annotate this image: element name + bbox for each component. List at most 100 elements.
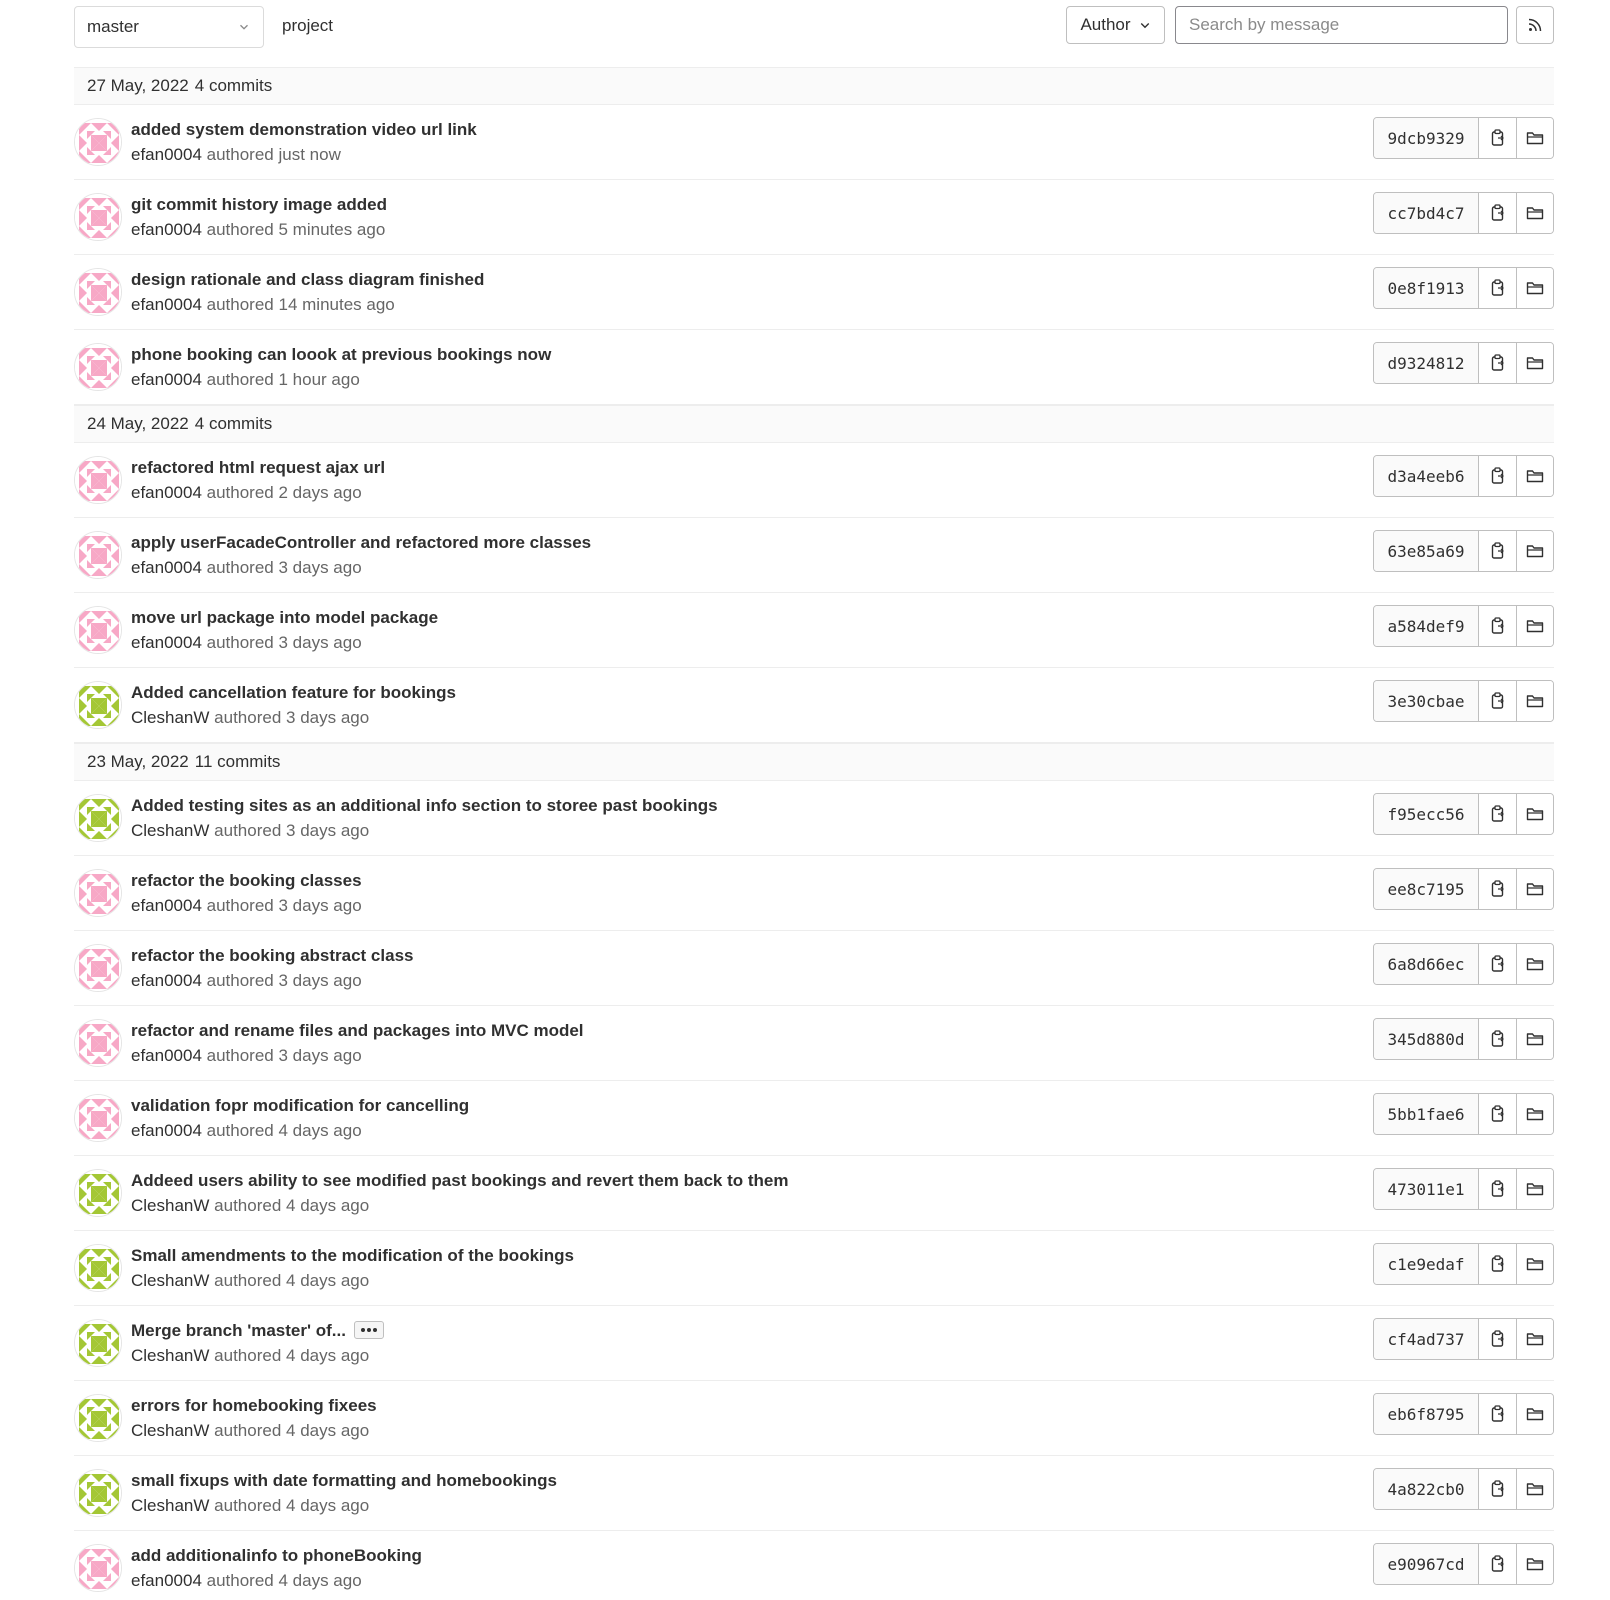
commit-author[interactable]: CleshanW [131,1346,209,1365]
commit-title[interactable]: phone booking can loook at previous book… [131,345,551,364]
commit-sha[interactable]: cf4ad737 [1374,1319,1479,1359]
browse-files-button[interactable] [1516,794,1553,834]
browse-files-button[interactable] [1516,531,1553,571]
copy-sha-button[interactable] [1479,606,1516,646]
browse-files-button[interactable] [1516,268,1553,308]
commit-message[interactable]: refactor and rename files and packages i… [131,1021,584,1041]
branch-dropdown[interactable]: master [74,6,264,48]
commit-author[interactable]: efan0004 [131,1121,202,1140]
copy-sha-button[interactable] [1479,1544,1516,1584]
commit-title[interactable]: Addeed users ability to see modified pas… [131,1171,788,1190]
search-input[interactable] [1175,6,1508,44]
copy-sha-button[interactable] [1479,1469,1516,1509]
browse-files-button[interactable] [1516,1094,1553,1134]
commit-message[interactable]: refactor the booking classes [131,871,362,891]
copy-sha-button[interactable] [1479,193,1516,233]
commit-title[interactable]: added system demonstration video url lin… [131,120,477,139]
commit-title[interactable]: refactor the booking abstract class [131,946,413,965]
commit-message[interactable]: git commit history image added [131,195,387,215]
commit-title[interactable]: Small amendments to the modification of … [131,1246,574,1265]
commit-sha[interactable]: 6a8d66ec [1374,944,1479,984]
browse-files-button[interactable] [1516,1244,1553,1284]
browse-files-button[interactable] [1516,193,1553,233]
commit-sha[interactable]: cc7bd4c7 [1374,193,1479,233]
commit-title[interactable]: Added cancellation feature for bookings [131,683,456,702]
commit-sha[interactable]: 5bb1fae6 [1374,1094,1479,1134]
browse-files-button[interactable] [1516,1394,1553,1434]
commit-author[interactable]: efan0004 [131,1571,202,1590]
commit-author[interactable]: efan0004 [131,483,202,502]
avatar[interactable] [74,1544,122,1592]
expand-message-button[interactable] [353,1320,384,1339]
commit-message[interactable]: validation fopr modification for cancell… [131,1096,469,1116]
commit-author[interactable]: CleshanW [131,821,209,840]
browse-files-button[interactable] [1516,681,1553,721]
avatar[interactable] [74,869,122,917]
commit-message[interactable]: add additionalinfo to phoneBooking [131,1546,422,1566]
commit-title[interactable]: errors for homebooking fixees [131,1396,377,1415]
author-filter-button[interactable]: Author [1066,6,1165,44]
commit-sha[interactable]: c1e9edaf [1374,1244,1479,1284]
copy-sha-button[interactable] [1479,118,1516,158]
copy-sha-button[interactable] [1479,1169,1516,1209]
commit-title[interactable]: small fixups with date formatting and ho… [131,1471,557,1490]
browse-files-button[interactable] [1516,606,1553,646]
avatar[interactable] [74,606,122,654]
commit-sha[interactable]: ee8c7195 [1374,869,1479,909]
commit-author[interactable]: efan0004 [131,971,202,990]
commit-author[interactable]: efan0004 [131,370,202,389]
commit-message[interactable]: Small amendments to the modification of … [131,1246,574,1266]
commit-message[interactable]: errors for homebooking fixees [131,1396,377,1416]
commit-author[interactable]: efan0004 [131,558,202,577]
avatar[interactable] [74,1094,122,1142]
commit-sha[interactable]: f95ecc56 [1374,794,1479,834]
copy-sha-button[interactable] [1479,531,1516,571]
commit-title[interactable]: design rationale and class diagram finis… [131,270,484,289]
commit-message[interactable]: phone booking can loook at previous book… [131,345,551,365]
avatar[interactable] [74,268,122,316]
commit-author[interactable]: efan0004 [131,295,202,314]
avatar[interactable] [74,1469,122,1517]
commit-message[interactable]: design rationale and class diagram finis… [131,270,484,290]
commit-author[interactable]: CleshanW [131,1271,209,1290]
avatar[interactable] [74,1394,122,1442]
copy-sha-button[interactable] [1479,1094,1516,1134]
commit-title[interactable]: add additionalinfo to phoneBooking [131,1546,422,1565]
browse-files-button[interactable] [1516,1019,1553,1059]
avatar[interactable] [74,794,122,842]
avatar[interactable] [74,343,122,391]
avatar[interactable] [74,456,122,504]
avatar[interactable] [74,1319,122,1367]
commit-title[interactable]: validation fopr modification for cancell… [131,1096,469,1115]
avatar[interactable] [74,944,122,992]
commit-sha[interactable]: 473011e1 [1374,1169,1479,1209]
commit-sha[interactable]: 9dcb9329 [1374,118,1479,158]
commit-message[interactable]: added system demonstration video url lin… [131,120,477,140]
commit-message[interactable]: refactored html request ajax url [131,458,385,478]
commit-author[interactable]: CleshanW [131,1496,209,1515]
commit-message[interactable]: Addeed users ability to see modified pas… [131,1171,788,1191]
commit-sha[interactable]: eb6f8795 [1374,1394,1479,1434]
commit-title[interactable]: apply userFacadeController and refactore… [131,533,591,552]
avatar[interactable] [74,1169,122,1217]
commit-title[interactable]: refactored html request ajax url [131,458,385,477]
copy-sha-button[interactable] [1479,944,1516,984]
commit-message[interactable]: apply userFacadeController and refactore… [131,533,591,553]
copy-sha-button[interactable] [1479,268,1516,308]
commit-title[interactable]: refactor the booking classes [131,871,362,890]
commit-author[interactable]: efan0004 [131,633,202,652]
commit-sha[interactable]: 0e8f1913 [1374,268,1479,308]
commit-sha[interactable]: 4a822cb0 [1374,1469,1479,1509]
commit-sha[interactable]: a584def9 [1374,606,1479,646]
copy-sha-button[interactable] [1479,1244,1516,1284]
copy-sha-button[interactable] [1479,681,1516,721]
commit-message[interactable]: small fixups with date formatting and ho… [131,1471,557,1491]
copy-sha-button[interactable] [1479,1019,1516,1059]
commit-author[interactable]: efan0004 [131,220,202,239]
browse-files-button[interactable] [1516,343,1553,383]
browse-files-button[interactable] [1516,118,1553,158]
breadcrumb[interactable]: project [282,16,333,36]
commit-title[interactable]: Added testing sites as an additional inf… [131,796,718,815]
avatar[interactable] [74,1019,122,1067]
commit-author[interactable]: efan0004 [131,145,202,164]
